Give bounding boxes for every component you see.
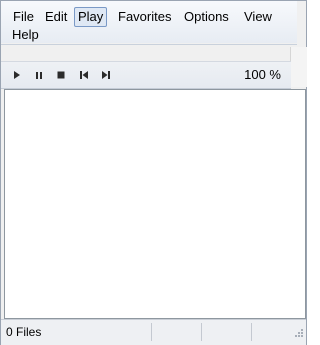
- previous-icon: [78, 69, 90, 81]
- pause-icon: [33, 69, 45, 81]
- status-divider: [151, 323, 152, 341]
- play-button[interactable]: [11, 69, 23, 81]
- menu-favorites[interactable]: Favorites: [114, 7, 175, 27]
- next-button[interactable]: [100, 69, 112, 81]
- menu-help[interactable]: Help: [8, 25, 43, 45]
- menu-options[interactable]: Options: [180, 7, 233, 27]
- menu-play[interactable]: Play: [74, 7, 108, 27]
- scrollbar-stub[interactable]: [290, 47, 307, 87]
- resize-grip-icon[interactable]: [292, 325, 304, 343]
- next-icon: [100, 69, 112, 81]
- app-window: File Edit Play Favorites Options View He…: [0, 0, 307, 345]
- previous-button[interactable]: [78, 69, 90, 81]
- menu-edit[interactable]: Edit: [41, 7, 71, 27]
- status-divider: [201, 323, 202, 341]
- playback-toolbar: 100 %: [1, 61, 291, 89]
- zoom-level[interactable]: 100 %: [244, 67, 281, 83]
- menu-file[interactable]: File: [9, 7, 38, 27]
- status-bar: 0 Files: [1, 319, 306, 345]
- menu-separator: [1, 44, 297, 45]
- menu-bar: File Edit Play Favorites Options View He…: [1, 1, 297, 43]
- menu-view[interactable]: View: [240, 7, 276, 27]
- status-divider: [251, 323, 252, 341]
- file-count: 0 Files: [6, 325, 42, 339]
- play-icon: [11, 69, 23, 81]
- stop-button[interactable]: [55, 69, 67, 81]
- pause-button[interactable]: [33, 69, 45, 81]
- file-list-area[interactable]: [4, 89, 306, 319]
- stop-icon: [55, 69, 67, 81]
